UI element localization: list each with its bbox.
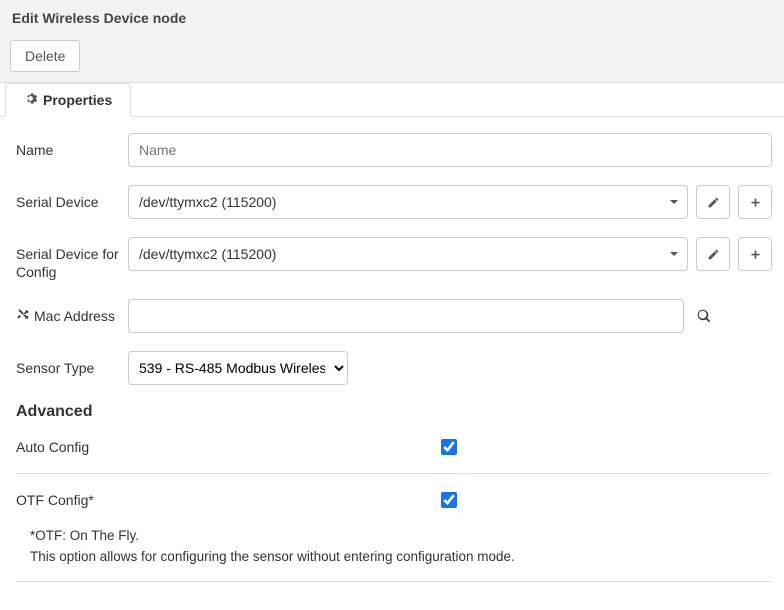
gear-icon bbox=[24, 92, 37, 108]
shuffle-icon bbox=[16, 308, 29, 324]
search-mac-button[interactable] bbox=[692, 309, 716, 323]
auto-config-checkbox[interactable] bbox=[441, 439, 457, 455]
delete-button[interactable]: Delete bbox=[10, 40, 80, 72]
mac-address-input[interactable] bbox=[128, 299, 684, 333]
label-mac-address: Mac Address bbox=[16, 308, 120, 324]
add-serial-device-config-button[interactable] bbox=[738, 237, 772, 271]
tab-properties[interactable]: Properties bbox=[5, 83, 131, 117]
divider bbox=[16, 581, 772, 582]
add-serial-device-button[interactable] bbox=[738, 185, 772, 219]
otf-note: *OTF: On The Fly. This option allows for… bbox=[30, 526, 772, 567]
otf-note-line1: *OTF: On The Fly. bbox=[30, 526, 772, 546]
name-input[interactable] bbox=[128, 133, 772, 167]
form-area: Name Serial Device /dev/ttymxc2 (115200)… bbox=[0, 117, 784, 610]
plus-icon bbox=[749, 248, 762, 261]
row-otf-config: OTF Config* bbox=[16, 492, 772, 508]
row-name: Name bbox=[16, 133, 772, 167]
otf-config-checkbox[interactable] bbox=[441, 492, 457, 508]
otf-note-line2: This option allows for configuring the s… bbox=[30, 547, 772, 567]
row-mac-address: Mac Address bbox=[16, 299, 772, 333]
sensor-type-select[interactable]: 539 - RS-485 Modbus Wireless bbox=[128, 351, 348, 385]
label-name: Name bbox=[16, 142, 120, 158]
search-icon bbox=[697, 309, 711, 323]
label-mac-address-text: Mac Address bbox=[34, 308, 115, 324]
edit-serial-device-button[interactable] bbox=[696, 185, 730, 219]
label-auto-config: Auto Config bbox=[16, 439, 441, 455]
pencil-icon bbox=[707, 196, 720, 209]
header-bar: Edit Wireless Device node Delete bbox=[0, 0, 784, 83]
edit-serial-device-config-button[interactable] bbox=[696, 237, 730, 271]
serial-device-config-select[interactable]: /dev/ttymxc2 (115200) bbox=[128, 237, 688, 271]
serial-device-config-value: /dev/ttymxc2 (115200) bbox=[139, 246, 276, 262]
dialog-title: Edit Wireless Device node bbox=[12, 10, 774, 26]
label-sensor-type: Sensor Type bbox=[16, 360, 120, 376]
serial-device-select[interactable]: /dev/ttymxc2 (115200) bbox=[128, 185, 688, 219]
pencil-icon bbox=[707, 248, 720, 261]
advanced-heading: Advanced bbox=[16, 403, 772, 421]
label-serial-device-config: Serial Device for Config bbox=[16, 237, 120, 281]
divider bbox=[16, 473, 772, 474]
tabs-row: Properties bbox=[0, 82, 784, 117]
row-serial-device-config: Serial Device for Config /dev/ttymxc2 (1… bbox=[16, 237, 772, 281]
row-serial-device: Serial Device /dev/ttymxc2 (115200) bbox=[16, 185, 772, 219]
row-auto-config: Auto Config bbox=[16, 439, 772, 455]
row-sensor-type: Sensor Type 539 - RS-485 Modbus Wireless bbox=[16, 351, 772, 385]
label-otf-config: OTF Config* bbox=[16, 492, 441, 508]
chevron-down-icon bbox=[669, 246, 679, 262]
plus-icon bbox=[749, 196, 762, 209]
serial-device-value: /dev/ttymxc2 (115200) bbox=[139, 194, 276, 210]
label-serial-device: Serial Device bbox=[16, 194, 120, 210]
tab-properties-label: Properties bbox=[43, 92, 112, 108]
chevron-down-icon bbox=[669, 194, 679, 210]
